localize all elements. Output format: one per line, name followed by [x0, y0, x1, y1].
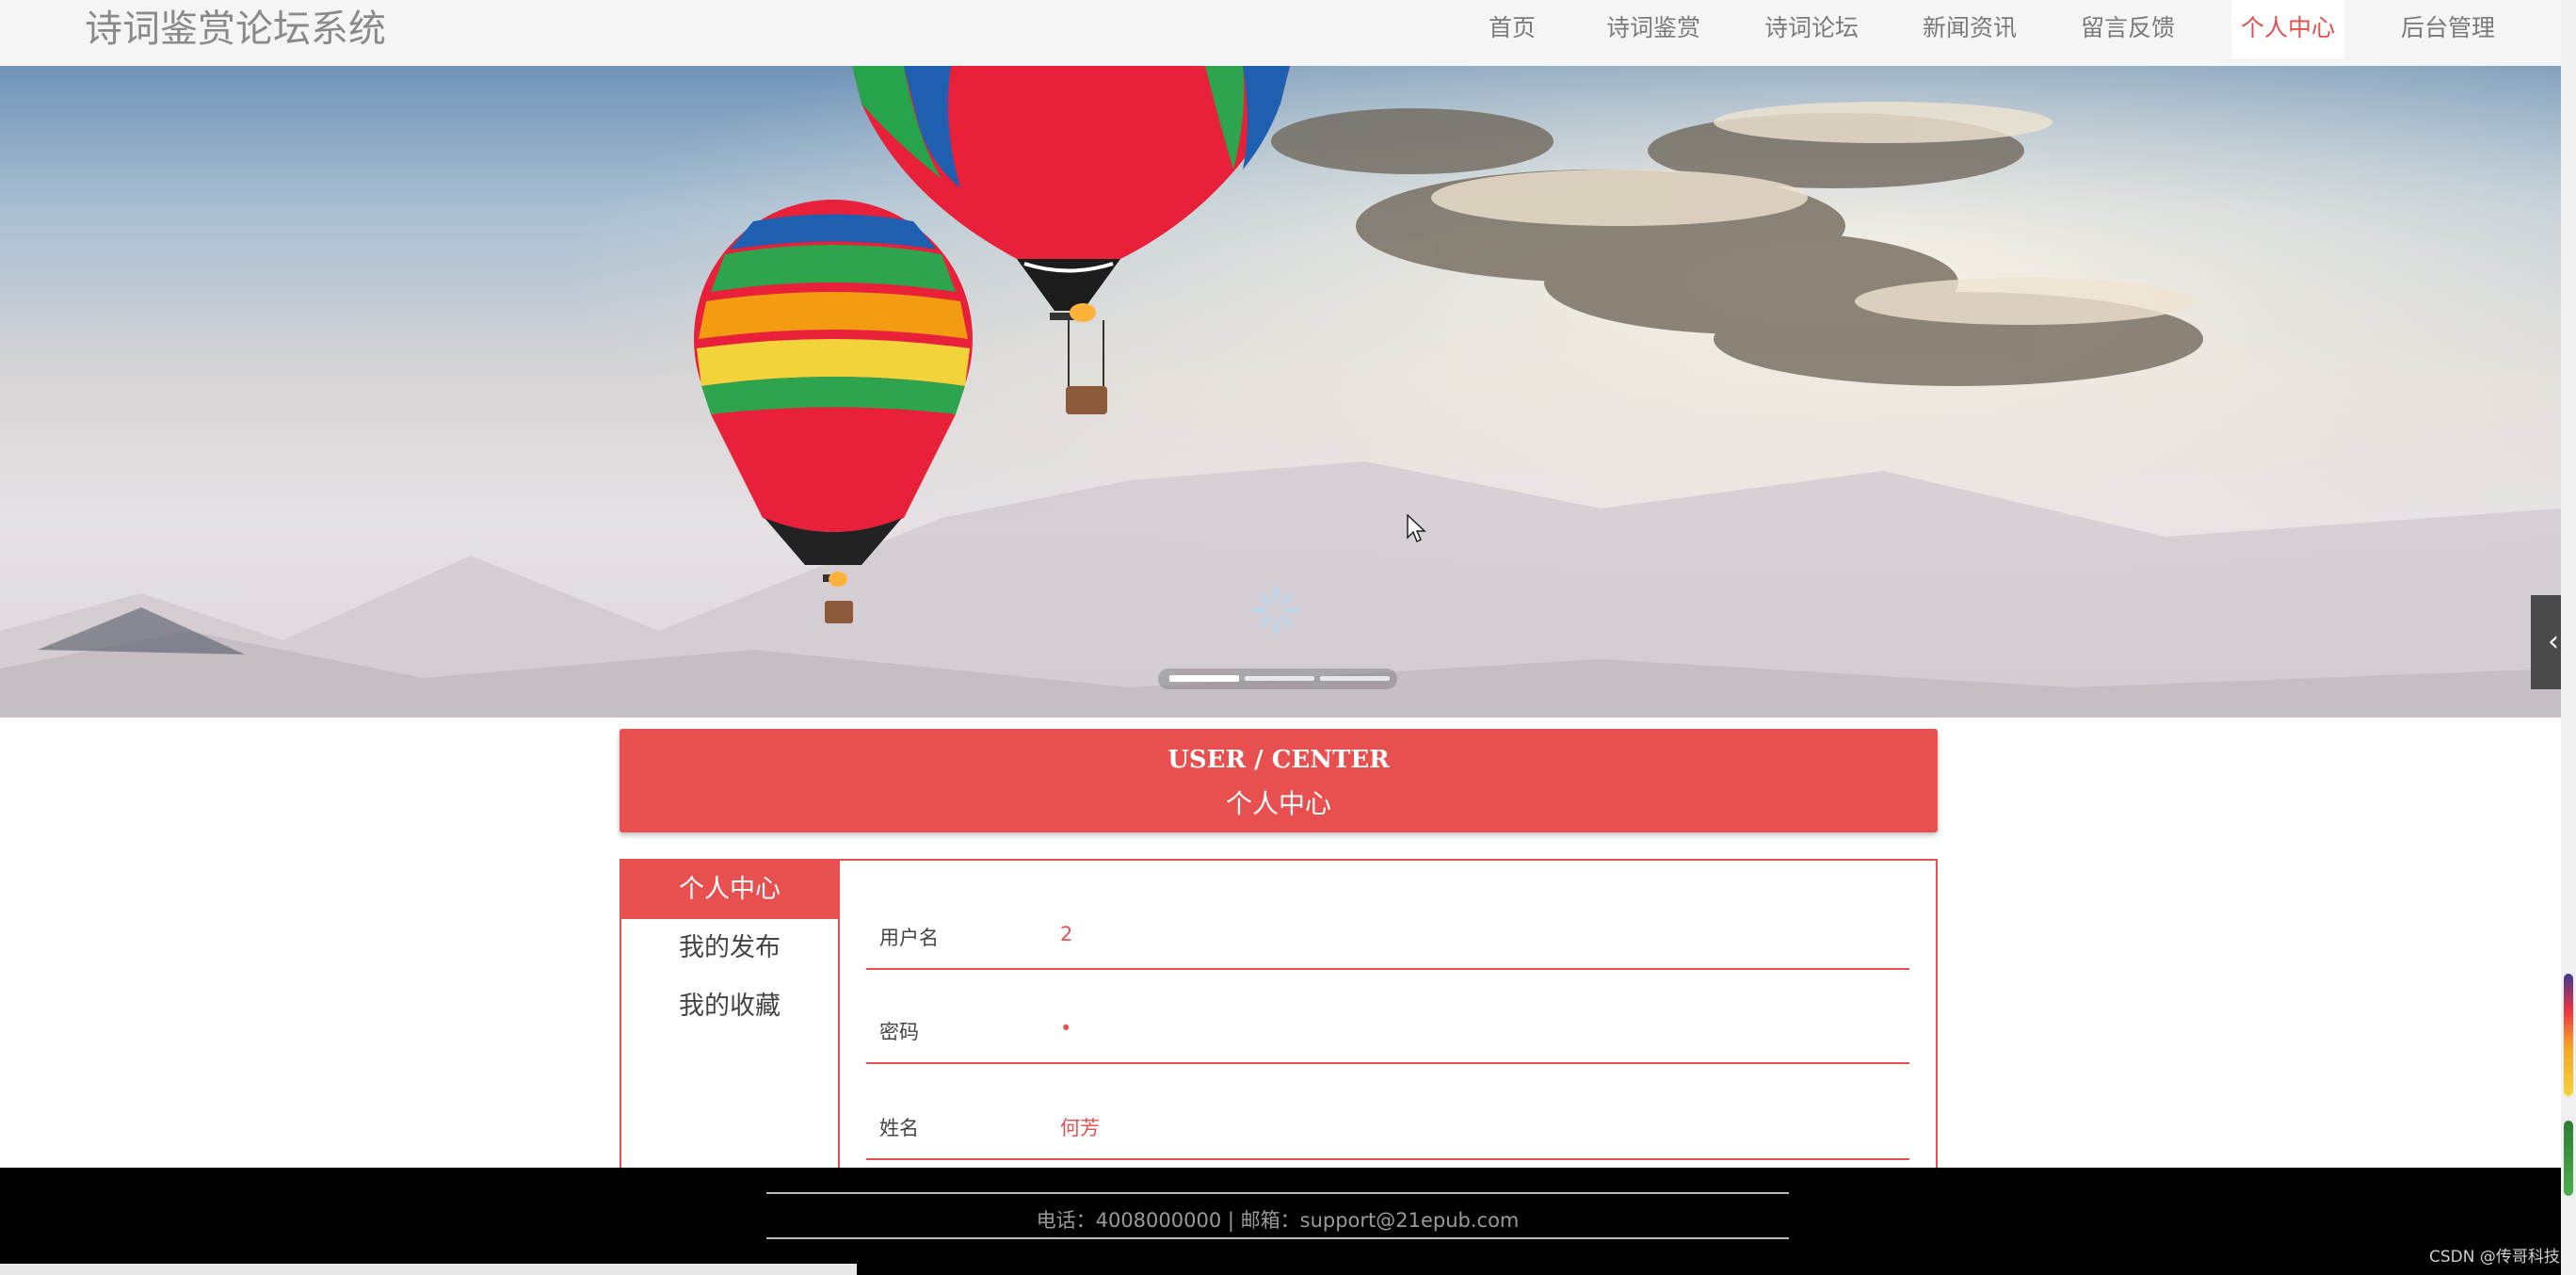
footer: 电话：4008000000 | 邮箱：support@21epub.com — [0, 1168, 2561, 1275]
username-field[interactable]: 2 — [1060, 923, 1072, 945]
section-title-zh: 个人中心 — [1225, 788, 1331, 819]
carousel-dot-3[interactable] — [1320, 676, 1390, 681]
page-scrollbar[interactable] — [2561, 0, 2576, 1275]
carousel-dot-2[interactable] — [1245, 676, 1314, 681]
user-center-panel: 个人中心 我的发布 我的收藏 用户名 2 密码 • 姓名 何芳 — [620, 859, 1938, 1181]
user-center-menu: 个人中心 我的发布 我的收藏 — [621, 861, 840, 1181]
menu-item-my-posts[interactable]: 我的发布 — [621, 919, 838, 977]
top-navbar: 诗词鉴赏论坛系统 首页 诗词鉴赏 诗词论坛 新闻资讯 留言反馈 个人中心 后台管… — [0, 0, 2561, 66]
nav-item-poetry-forum[interactable]: 诗词论坛 — [1763, 0, 1860, 58]
menu-item-my-favorites[interactable]: 我的收藏 — [621, 977, 838, 1036]
nav-item-poetry-appreciation[interactable]: 诗词鉴赏 — [1604, 0, 1702, 58]
banner-image — [0, 66, 2561, 718]
carousel-indicators — [1158, 669, 1397, 689]
password-field[interactable]: • — [1060, 1017, 1071, 1040]
scrollbar-thumb[interactable] — [2564, 974, 2573, 1096]
scrollbar-indicator — [2564, 1121, 2573, 1196]
menu-item-profile[interactable]: 个人中心 — [621, 861, 838, 919]
banner-carousel[interactable] — [0, 66, 2561, 718]
section-title-en: USER / CENTER — [1167, 746, 1390, 774]
password-row: 密码 • — [866, 970, 1909, 1064]
name-label: 姓名 — [879, 1117, 919, 1139]
watermark: CSDN @传哥科技 — [2429, 1248, 2560, 1267]
password-label: 密码 — [879, 1021, 919, 1043]
nav-item-feedback[interactable]: 留言反馈 — [2079, 0, 2177, 58]
name-field[interactable]: 何芳 — [1060, 1113, 1100, 1141]
nav-item-news[interactable]: 新闻资讯 — [1921, 0, 2019, 58]
chevron-left-icon: ‹ — [2548, 625, 2559, 658]
footer-divider-bottom — [766, 1237, 1789, 1239]
mouse-cursor-icon — [1407, 514, 1426, 543]
nav-item-user-center[interactable]: 个人中心 — [2231, 0, 2344, 58]
user-center-header: USER / CENTER 个人中心 — [620, 729, 1938, 832]
nav-item-admin[interactable]: 后台管理 — [2399, 0, 2497, 58]
status-bar — [0, 1264, 857, 1275]
name-row: 姓名 何芳 — [866, 1066, 1909, 1160]
username-row: 用户名 2 — [866, 876, 1909, 970]
footer-divider-top — [766, 1192, 1789, 1194]
footer-contact: 电话：4008000000 | 邮箱：support@21epub.com — [1036, 1209, 1520, 1232]
nav-item-home[interactable]: 首页 — [1486, 0, 1538, 58]
carousel-dot-1[interactable] — [1169, 675, 1239, 682]
username-label: 用户名 — [879, 927, 939, 949]
site-title[interactable]: 诗词鉴赏论坛系统 — [85, 6, 386, 53]
